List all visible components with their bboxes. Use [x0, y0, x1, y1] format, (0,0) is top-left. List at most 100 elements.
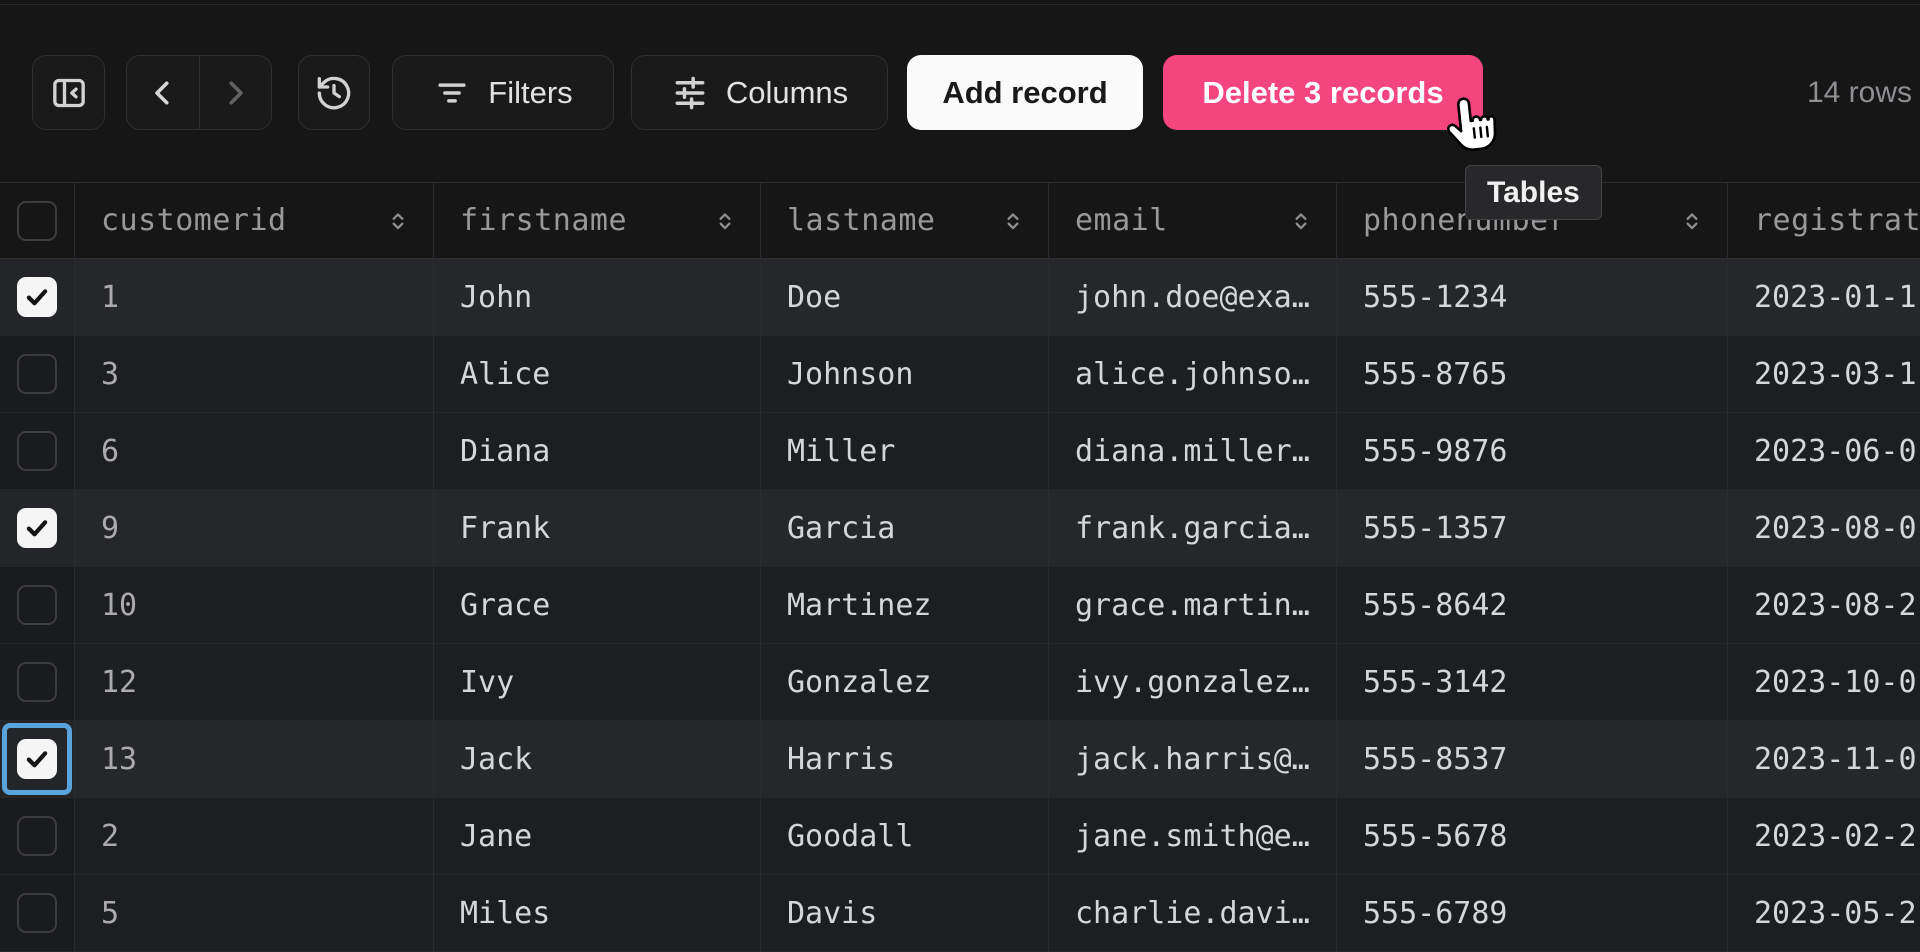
cell-registrationdate[interactable]: 2023-02-2 [1728, 798, 1920, 875]
row-checkbox[interactable] [17, 277, 57, 317]
cell-lastname[interactable]: Gonzalez [761, 644, 1049, 721]
cell-registrationdate[interactable]: 2023-08-0 [1728, 490, 1920, 567]
history-button[interactable] [298, 55, 370, 130]
cell-customerid[interactable]: 12 [75, 644, 434, 721]
row-checkbox[interactable] [17, 662, 57, 702]
cell-customerid[interactable]: 1 [75, 259, 434, 336]
cell-email[interactable]: ivy.gonzalez… [1049, 644, 1337, 721]
select-all-header-cell[interactable] [0, 183, 75, 259]
cell-lastname[interactable]: Martinez [761, 567, 1049, 644]
select-all-checkbox[interactable] [17, 201, 57, 241]
row-checkbox[interactable] [17, 585, 57, 625]
cell-firstname[interactable]: Frank [434, 490, 761, 567]
cell-firstname[interactable]: Alice [434, 336, 761, 413]
cell-phonenumber[interactable]: 555-9876 [1337, 413, 1728, 490]
cell-registrationdate[interactable]: 2023-06-0 [1728, 413, 1920, 490]
cell-customerid[interactable]: 13 [75, 721, 434, 798]
cell-firstname[interactable]: Jane [434, 798, 761, 875]
delete-records-button[interactable]: Delete 3 records [1163, 55, 1483, 130]
toggle-sidebar-button[interactable] [32, 55, 105, 130]
row-select-cell[interactable] [0, 721, 75, 798]
back-button[interactable] [127, 56, 199, 129]
chevron-right-icon [217, 75, 253, 111]
cell-customerid[interactable]: 6 [75, 413, 434, 490]
cell-phonenumber[interactable]: 555-1357 [1337, 490, 1728, 567]
cell-lastname[interactable]: Miller [761, 413, 1049, 490]
cell-registrationdate[interactable]: 2023-11-0 [1728, 721, 1920, 798]
cell-customerid[interactable]: 3 [75, 336, 434, 413]
column-header-registrationdate[interactable]: registrat [1728, 183, 1920, 259]
sliders-horizontal-icon [671, 74, 709, 112]
cell-phonenumber[interactable]: 555-8765 [1337, 336, 1728, 413]
row-select-cell[interactable] [0, 336, 75, 413]
row-checkbox[interactable] [17, 508, 57, 548]
cell-phonenumber[interactable]: 555-5678 [1337, 798, 1728, 875]
cell-registrationdate[interactable]: 2023-05-2 [1728, 875, 1920, 952]
page: { "header_bar": { "rows_count": "14 rows… [0, 0, 1920, 948]
row-checkbox[interactable] [17, 816, 57, 856]
sort-button-email[interactable] [1288, 205, 1314, 237]
row-checkbox[interactable] [17, 354, 57, 394]
cell-lastname[interactable]: Garcia [761, 490, 1049, 567]
delete-records-button-label: Delete 3 records [1202, 75, 1443, 111]
column-label-customerid: customerid [101, 203, 287, 238]
cell-email[interactable]: alice.johnso… [1049, 336, 1337, 413]
cell-email[interactable]: jane.smith@e… [1049, 798, 1337, 875]
cell-firstname[interactable]: Grace [434, 567, 761, 644]
cell-firstname[interactable]: Miles [434, 875, 761, 952]
cell-customerid[interactable]: 10 [75, 567, 434, 644]
cell-phonenumber[interactable]: 555-3142 [1337, 644, 1728, 721]
cell-firstname[interactable]: John [434, 259, 761, 336]
column-header-email[interactable]: email [1049, 183, 1337, 259]
cell-email[interactable]: frank.garcia… [1049, 490, 1337, 567]
row-select-cell[interactable] [0, 490, 75, 567]
column-header-firstname[interactable]: firstname [434, 183, 761, 259]
row-select-cell[interactable] [0, 644, 75, 721]
filters-button[interactable]: Filters [392, 55, 614, 130]
columns-button[interactable]: Columns [631, 55, 888, 130]
cell-customerid[interactable]: 9 [75, 490, 434, 567]
sort-button-lastname[interactable] [1000, 205, 1026, 237]
cell-phonenumber[interactable]: 555-8537 [1337, 721, 1728, 798]
row-select-cell[interactable] [0, 259, 75, 336]
cell-firstname[interactable]: Jack [434, 721, 761, 798]
row-select-cell[interactable] [0, 875, 75, 952]
cell-registrationdate[interactable]: 2023-08-2 [1728, 567, 1920, 644]
row-checkbox[interactable] [17, 893, 57, 933]
history-icon [314, 73, 354, 113]
cell-registrationdate[interactable]: 2023-03-1 [1728, 336, 1920, 413]
sort-button-firstname[interactable] [712, 205, 738, 237]
cell-registrationdate[interactable]: 2023-01-1 [1728, 259, 1920, 336]
cell-customerid[interactable]: 5 [75, 875, 434, 952]
check-icon [22, 282, 52, 312]
column-header-lastname[interactable]: lastname [761, 183, 1049, 259]
column-header-customerid[interactable]: customerid [75, 183, 434, 259]
row-select-cell[interactable] [0, 567, 75, 644]
cell-firstname[interactable]: Ivy [434, 644, 761, 721]
cell-email[interactable]: jack.harris@… [1049, 721, 1337, 798]
cell-email[interactable]: charlie.davi… [1049, 875, 1337, 952]
cell-lastname[interactable]: Goodall [761, 798, 1049, 875]
cell-lastname[interactable]: Harris [761, 721, 1049, 798]
row-checkbox[interactable] [17, 739, 57, 779]
cell-firstname[interactable]: Diana [434, 413, 761, 490]
cell-lastname[interactable]: Davis [761, 875, 1049, 952]
cell-email[interactable]: grace.martin… [1049, 567, 1337, 644]
row-checkbox[interactable] [17, 431, 57, 471]
cell-phonenumber[interactable]: 555-6789 [1337, 875, 1728, 952]
sort-button-phonenumber[interactable] [1679, 205, 1705, 237]
cell-email[interactable]: john.doe@exa… [1049, 259, 1337, 336]
add-record-button[interactable]: Add record [907, 55, 1143, 130]
forward-button[interactable] [200, 56, 272, 129]
column-label-email: email [1075, 203, 1168, 238]
row-select-cell[interactable] [0, 413, 75, 490]
sort-button-customerid[interactable] [385, 205, 411, 237]
cell-lastname[interactable]: Doe [761, 259, 1049, 336]
cell-registrationdate[interactable]: 2023-10-0 [1728, 644, 1920, 721]
row-select-cell[interactable] [0, 798, 75, 875]
cell-phonenumber[interactable]: 555-8642 [1337, 567, 1728, 644]
cell-lastname[interactable]: Johnson [761, 336, 1049, 413]
cell-phonenumber[interactable]: 555-1234 [1337, 259, 1728, 336]
cell-email[interactable]: diana.miller… [1049, 413, 1337, 490]
cell-customerid[interactable]: 2 [75, 798, 434, 875]
